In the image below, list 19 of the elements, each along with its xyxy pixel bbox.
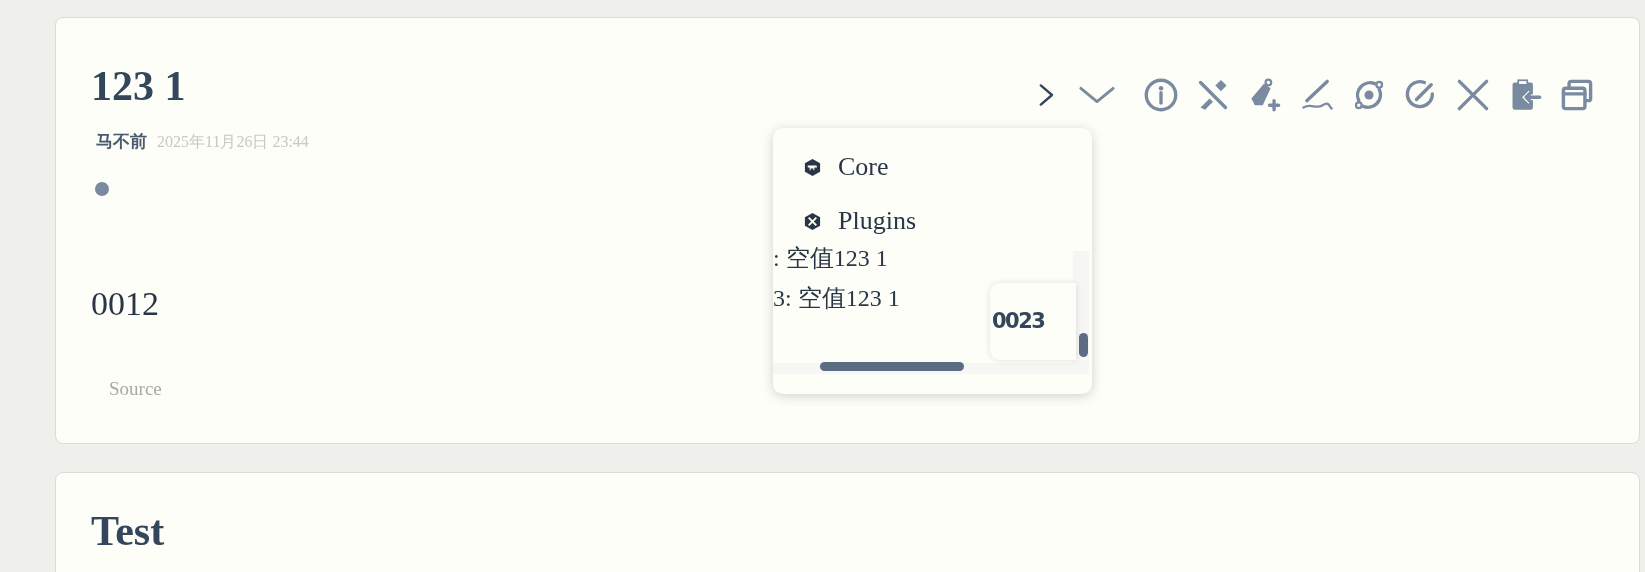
horizontal-scrollbar-thumb[interactable] xyxy=(820,362,964,371)
author-name: 马不前 xyxy=(96,131,147,153)
tag-add-icon[interactable] xyxy=(1248,78,1282,112)
hexagon-tools-icon xyxy=(803,211,822,231)
card-title: Test xyxy=(91,507,166,556)
menu-item[interactable]: Core xyxy=(803,150,1092,184)
inner-card: 0023 xyxy=(990,283,1076,360)
vertical-scrollbar-thumb[interactable] xyxy=(1079,333,1088,357)
card-title: 123 1 xyxy=(91,62,186,111)
orbit-icon[interactable] xyxy=(1352,78,1386,112)
body-text: 0012 xyxy=(91,283,159,324)
value-line: 3: 空值123 1 xyxy=(773,284,901,313)
menu-item[interactable]: Plugins xyxy=(803,204,1092,238)
info-icon[interactable] xyxy=(1144,78,1178,112)
chevron-down-icon[interactable] xyxy=(1078,84,1116,106)
value-line: : 空值123 1 xyxy=(773,244,889,273)
close-icon[interactable] xyxy=(1456,78,1490,112)
pen-signature-icon[interactable] xyxy=(1300,78,1334,112)
windows-icon[interactable] xyxy=(1560,78,1594,112)
